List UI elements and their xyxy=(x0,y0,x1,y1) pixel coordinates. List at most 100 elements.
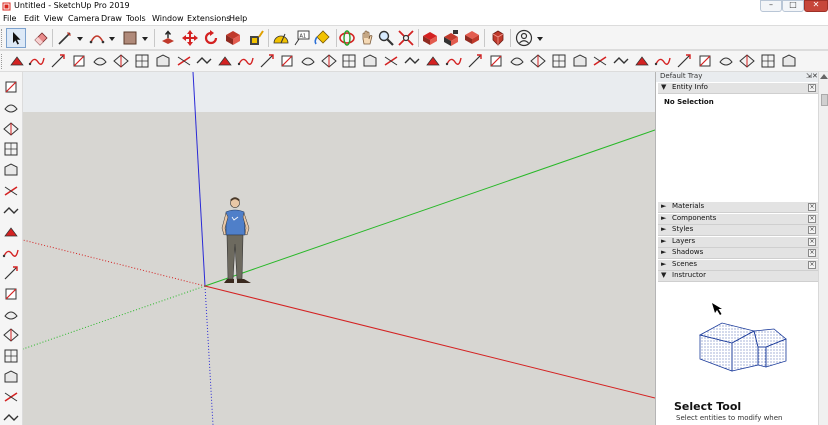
intersect-button[interactable] xyxy=(154,52,172,70)
dimension-button[interactable] xyxy=(2,244,20,262)
section-cut-button[interactable] xyxy=(320,52,338,70)
follow-me-button[interactable] xyxy=(2,140,20,158)
panel-close-icon[interactable]: × xyxy=(808,203,816,211)
move-tool-button[interactable] xyxy=(181,29,199,47)
zoom-extents-tool-button[interactable] xyxy=(397,29,415,47)
zoom-window-button[interactable] xyxy=(2,368,20,386)
previous-view-button[interactable] xyxy=(2,388,20,406)
pie-button[interactable] xyxy=(2,99,20,117)
section-button[interactable] xyxy=(2,347,20,365)
scroll-up-icon[interactable] xyxy=(820,74,828,79)
account-button[interactable] xyxy=(515,29,533,47)
walk-button[interactable] xyxy=(2,306,20,324)
add-detail-button[interactable] xyxy=(112,52,130,70)
warehouse-share-button[interactable] xyxy=(759,52,777,70)
menu-edit[interactable]: Edit xyxy=(24,14,40,23)
extension-warehouse-button[interactable] xyxy=(442,29,460,47)
rectangle-dropdown-arrow[interactable] xyxy=(142,37,148,41)
maximize-button[interactable]: □ xyxy=(782,0,804,12)
arc-tool-button[interactable] xyxy=(88,29,106,47)
tray-pin-icon[interactable]: ⇲ xyxy=(806,72,812,80)
panel-materials[interactable]: ► Materials × xyxy=(658,202,818,213)
menu-tools[interactable]: Tools xyxy=(126,14,146,23)
position-camera-button[interactable] xyxy=(2,285,20,303)
section-display-button[interactable] xyxy=(299,52,317,70)
freehand-button[interactable] xyxy=(2,120,20,138)
layout-button[interactable] xyxy=(463,29,481,47)
line-tool-button[interactable] xyxy=(56,29,74,47)
menu-extensions[interactable]: Extensions xyxy=(187,14,230,23)
sandbox-from-scratch-button[interactable] xyxy=(445,52,463,70)
add-detail-button[interactable] xyxy=(529,52,547,70)
trim-button[interactable] xyxy=(237,52,255,70)
menu-draw[interactable]: Draw xyxy=(101,14,122,23)
scale-tool-button[interactable] xyxy=(224,29,242,47)
warehouse-share-button[interactable] xyxy=(340,52,358,70)
sandbox-from-contours-button[interactable] xyxy=(424,52,442,70)
3d-text-button[interactable] xyxy=(2,264,20,282)
union-button[interactable] xyxy=(195,52,213,70)
solid-inspector-button[interactable] xyxy=(403,52,421,70)
3d-warehouse-button[interactable] xyxy=(421,29,439,47)
menu-file[interactable]: File xyxy=(3,14,16,23)
tray-scrollbar[interactable] xyxy=(818,72,828,425)
panel-close-icon[interactable]: × xyxy=(808,215,816,223)
component-button[interactable] xyxy=(361,52,379,70)
eraser-tool-button[interactable] xyxy=(32,29,50,47)
paint-bucket-tool-button[interactable] xyxy=(313,29,331,47)
sandbox-from-scratch-button[interactable] xyxy=(28,52,46,70)
stamp-button[interactable] xyxy=(70,52,88,70)
next-view-button[interactable] xyxy=(2,409,20,425)
orbit-tool-button[interactable] xyxy=(338,29,356,47)
close-button[interactable]: ✕ xyxy=(804,0,828,12)
panel-close-icon[interactable]: × xyxy=(808,249,816,257)
offset-button[interactable] xyxy=(2,161,20,179)
section-display-button[interactable] xyxy=(717,52,735,70)
scroll-thumb[interactable] xyxy=(821,94,828,106)
split-button[interactable] xyxy=(675,52,693,70)
select-tool-button[interactable] xyxy=(6,28,26,48)
protractor-button[interactable] xyxy=(2,202,20,220)
panel-shadows[interactable]: ► Shadows × xyxy=(658,248,818,259)
text-tool-button[interactable]: A1 xyxy=(293,29,311,47)
toolbar-grip[interactable] xyxy=(1,29,4,47)
intersect-button[interactable] xyxy=(571,52,589,70)
sandbox-from-contours-button[interactable] xyxy=(8,52,26,70)
outer-shell-button[interactable] xyxy=(591,52,609,70)
arc-dropdown-arrow[interactable] xyxy=(109,37,115,41)
panel-layers[interactable]: ► Layers × xyxy=(658,237,818,248)
panel-styles[interactable]: ► Styles × xyxy=(658,225,818,236)
outer-shell-button[interactable] xyxy=(175,52,193,70)
menu-window[interactable]: Window xyxy=(152,14,184,23)
component-button[interactable] xyxy=(780,52,798,70)
rotate-tool-button[interactable] xyxy=(202,29,220,47)
push-pull-tool-button[interactable] xyxy=(159,29,177,47)
drape-button[interactable] xyxy=(508,52,526,70)
subtract-button[interactable] xyxy=(633,52,651,70)
flip-edge-button[interactable] xyxy=(550,52,568,70)
menu-help[interactable]: Help xyxy=(229,14,247,23)
smoove-button[interactable] xyxy=(49,52,67,70)
panel-close-icon[interactable]: × xyxy=(808,84,816,92)
solid-tools-button[interactable] xyxy=(2,182,20,200)
pan-tool-button[interactable] xyxy=(358,29,376,47)
scale-figure[interactable] xyxy=(221,197,251,283)
section-plane-button[interactable] xyxy=(696,52,714,70)
panel-components[interactable]: ► Components × xyxy=(658,214,818,225)
toolbar-grip[interactable] xyxy=(1,54,4,69)
split-button[interactable] xyxy=(258,52,276,70)
axes-button[interactable] xyxy=(2,223,20,241)
panel-scenes[interactable]: ► Scenes × xyxy=(658,260,818,271)
tape-measure-tool-button[interactable] xyxy=(247,29,265,47)
look-around-button[interactable] xyxy=(2,326,20,344)
subtract-button[interactable] xyxy=(216,52,234,70)
smoove-button[interactable] xyxy=(466,52,484,70)
drawing-viewport[interactable] xyxy=(23,72,655,425)
panel-close-icon[interactable]: × xyxy=(808,226,816,234)
account-dropdown-arrow[interactable] xyxy=(537,37,543,41)
drape-button[interactable] xyxy=(91,52,109,70)
flip-edge-button[interactable] xyxy=(133,52,151,70)
zoom-tool-button[interactable] xyxy=(377,29,395,47)
panel-close-icon[interactable]: × xyxy=(808,261,816,269)
trim-button[interactable] xyxy=(654,52,672,70)
